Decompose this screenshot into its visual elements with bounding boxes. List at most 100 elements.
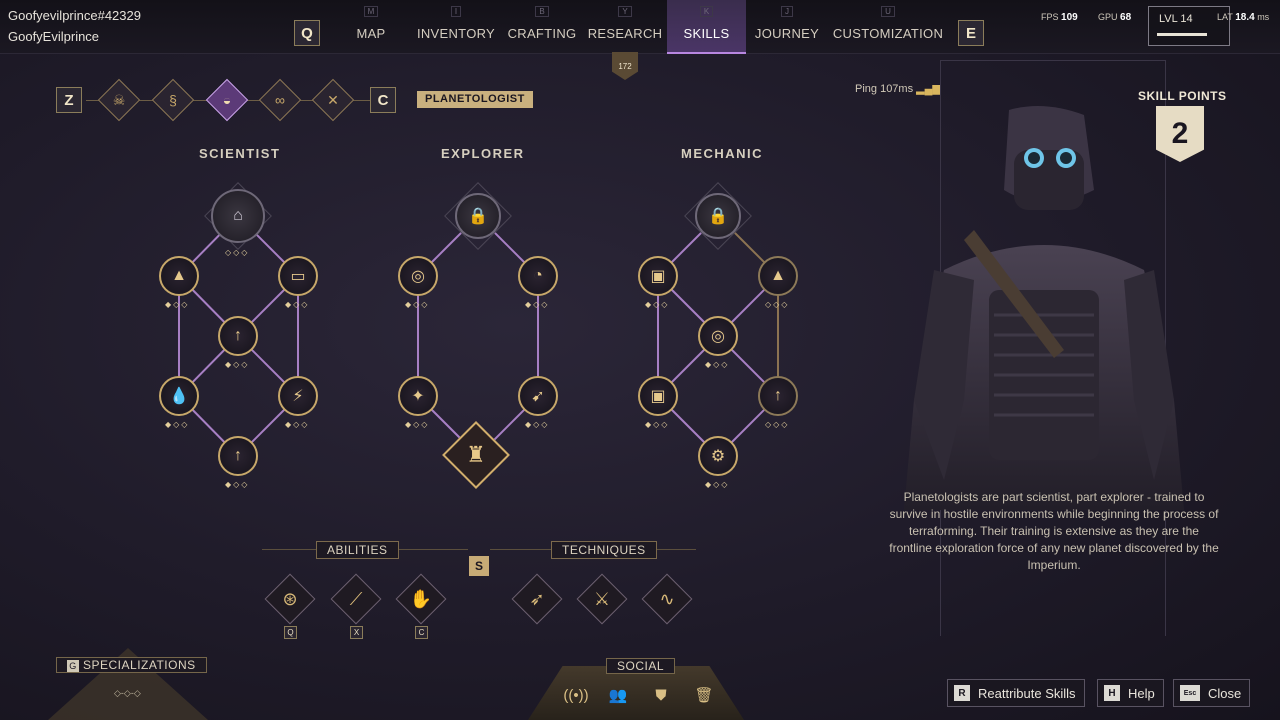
tree-title-mechanic: MECHANIC: [681, 146, 764, 161]
tool-up-icon: ↑: [774, 387, 782, 404]
compass-icon: ✦: [411, 388, 425, 405]
gpu-readout: GPU 68: [1098, 12, 1131, 23]
mechanic-skill-node[interactable]: ↑: [758, 376, 798, 416]
lock-icon: 🔒: [708, 208, 728, 225]
fps-value: 109: [1061, 12, 1078, 23]
skill-pips: ◇◇◇: [765, 300, 790, 309]
mechanic-root-node[interactable]: 🔒: [695, 193, 741, 239]
level-progress-bar: [1157, 33, 1207, 36]
fps-readout: FPS 109: [1041, 12, 1078, 23]
mechanic-skill-node[interactable]: ⚙: [698, 436, 738, 476]
city-icon: ♜: [466, 442, 486, 467]
reattribute-label: Reattribute Skills: [978, 685, 1076, 701]
explorer-skill-node[interactable]: ◎: [398, 256, 438, 296]
lock-icon: 🔒: [468, 208, 488, 225]
ping-readout: Ping 107ms ▂▄▆: [855, 82, 941, 95]
skill-pips: ◆◇◇: [645, 420, 670, 429]
repair-kit-icon: ▣: [650, 388, 666, 405]
signal-icon: ◎: [711, 328, 725, 345]
tab-customization-key: U: [881, 6, 895, 17]
abilities-header: ABILITIES: [316, 541, 399, 559]
help-button[interactable]: H Help: [1097, 679, 1164, 707]
repair-kit-icon: ▣: [650, 268, 666, 285]
skill-pips: ◆◇◇: [225, 360, 250, 369]
ability-key-x: X: [350, 626, 363, 639]
mechanic-skill-node[interactable]: ▲: [758, 256, 798, 296]
skill-pips: ◆◇◇: [405, 420, 430, 429]
fps-label: FPS: [1041, 12, 1059, 22]
mechanic-skill-node[interactable]: ▣: [638, 376, 678, 416]
lat-label: LAT: [1217, 12, 1233, 22]
broadcast-icon[interactable]: ((•)): [563, 684, 588, 706]
close-label: Close: [1208, 685, 1242, 701]
guild-icon[interactable]: ⛊: [650, 684, 672, 706]
techniques-header: TECHNIQUES: [551, 541, 657, 559]
help-label: Help: [1128, 685, 1155, 701]
lat-value: 18.4: [1235, 12, 1255, 23]
scientist-skill-node[interactable]: ↑: [218, 316, 258, 356]
scientist-skill-node[interactable]: ▭: [278, 256, 318, 296]
close-button[interactable]: Esc Close: [1173, 679, 1251, 707]
social-label: SOCIAL: [606, 658, 676, 674]
tool-up-icon: ↑: [234, 447, 242, 464]
skill-pips: ◆◇◇: [525, 420, 550, 429]
spec-description: Planetologists are part scientist, part …: [889, 490, 1219, 572]
tool-up-icon: ↑: [234, 327, 242, 344]
specializations-key: G: [67, 660, 79, 672]
mechanic-skill-node[interactable]: ◎: [698, 316, 738, 356]
scientist-root-node[interactable]: ⌂: [211, 189, 265, 243]
group-icon[interactable]: 👥: [607, 684, 629, 706]
explorer-skill-node[interactable]: ◔: [518, 256, 558, 296]
skill-points-title: SKILL POINTS: [1138, 89, 1227, 103]
skill-pips: ◆◇◇: [705, 480, 730, 489]
skill-pips: ◆◇◇: [165, 420, 190, 429]
ability-key-c: C: [415, 626, 428, 639]
explorer-root-node[interactable]: 🔒: [455, 193, 501, 239]
trash-icon[interactable]: 🗑: [693, 684, 715, 706]
spice-drop-icon: ◔: [533, 267, 543, 284]
explorer-skill-node[interactable]: ➹: [518, 376, 558, 416]
gpu-label: GPU: [1098, 12, 1118, 22]
character-portrait: [904, 106, 1184, 510]
specializations-tab[interactable]: G SPECIALIZATIONS: [56, 657, 207, 673]
blades-icon: ⚔: [593, 588, 611, 609]
explorer-skill-node[interactable]: ✦: [398, 376, 438, 416]
lat-unit: ms: [1257, 12, 1270, 22]
reattribute-skills-button[interactable]: R Reattribute Skills: [947, 679, 1085, 707]
skill-pips: ◆◇◇: [225, 480, 250, 489]
slot-key-s[interactable]: S: [469, 556, 489, 576]
scientist-skill-node[interactable]: ↑: [218, 436, 258, 476]
signal-bars-icon: ▂▄▆: [916, 83, 941, 95]
skill-pips: ◆◇◇: [705, 360, 730, 369]
help-key: H: [1104, 685, 1120, 701]
skill-pips: ◆◇◇: [525, 300, 550, 309]
scientist-skill-node[interactable]: ⚡: [278, 376, 318, 416]
gear-icon: ⚙: [710, 448, 726, 465]
terrain-icon: ▲: [770, 267, 786, 284]
injector-icon: ⟋: [349, 588, 363, 609]
pulse-plus-icon: ∿: [659, 588, 675, 609]
skill-pips: ◆◇◇: [645, 300, 670, 309]
nav-next-key[interactable]: E: [958, 20, 984, 46]
ping-text: Ping 107ms: [855, 83, 914, 95]
latency-readout: LAT 18.4 ms: [1217, 12, 1269, 23]
terrain-icon: ▲: [171, 267, 187, 284]
tree-title-scientist: SCIENTIST: [199, 146, 281, 161]
gpu-value: 68: [1120, 12, 1132, 23]
signal-icon: ◎: [411, 268, 425, 285]
scientist-skill-node[interactable]: ▲: [159, 256, 199, 296]
skill-pips: ◇◇◇: [225, 248, 250, 257]
level-label: LVL 14: [1159, 13, 1193, 25]
skill-pips: ◆◇◇: [165, 300, 190, 309]
mechanic-skill-node[interactable]: ▣: [638, 256, 678, 296]
skill-pips: ◆◇◇: [405, 300, 430, 309]
scanner-icon: ▭: [290, 268, 306, 285]
skill-pips: ◆◇◇: [285, 300, 310, 309]
drone-icon: ⊛: [282, 588, 298, 609]
skill-pips: ◇◇◇: [765, 420, 790, 429]
dash-icon: ➶: [529, 588, 545, 609]
scientist-skill-node[interactable]: 💧: [159, 376, 199, 416]
close-key: Esc: [1180, 685, 1200, 701]
vehicle-icon: ⌂: [233, 207, 243, 224]
skill-pips: ◆◇◇: [285, 420, 310, 429]
